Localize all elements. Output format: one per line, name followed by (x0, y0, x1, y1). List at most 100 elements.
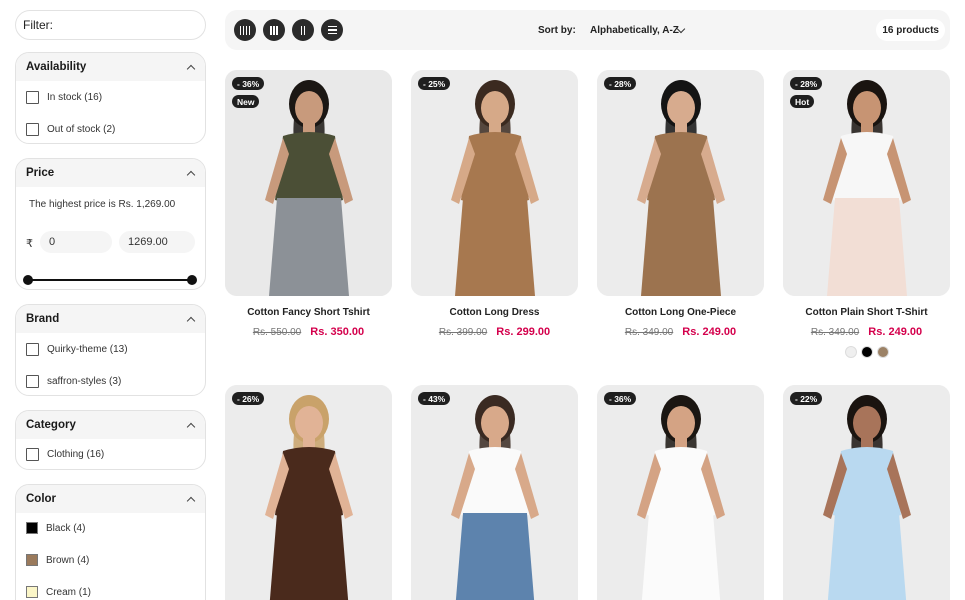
color-swatch[interactable] (26, 522, 38, 534)
brand-header[interactable]: Brand (16, 305, 205, 333)
category-panel: Category Clothing (16) (15, 410, 206, 470)
product-badge: - 36% (232, 77, 265, 90)
model-photo (783, 385, 950, 600)
product-title[interactable]: Cotton Long One-Piece (597, 307, 764, 318)
availability-title: Availability (26, 61, 87, 73)
compare-price: Rs. 349.00 (624, 327, 674, 338)
chevron-up-icon[interactable] (186, 420, 196, 430)
checkbox[interactable] (26, 91, 39, 104)
model-photo (225, 385, 392, 600)
chevron-up-icon[interactable] (186, 494, 196, 504)
product-badge: - 28% (604, 77, 637, 90)
product-image[interactable]: - 22% (783, 385, 950, 600)
product-price: Rs. 349.00 Rs. 249.00 (783, 326, 950, 338)
product-card[interactable]: - 26% (225, 385, 392, 600)
chevron-up-icon[interactable] (186, 168, 196, 178)
product-title[interactable]: Cotton Long Dress (411, 307, 578, 318)
color-swatch[interactable] (876, 346, 889, 358)
color-cream[interactable]: Cream (1) (26, 586, 91, 598)
sort-label: Sort by: (538, 25, 576, 36)
price-panel: Price The highest price is Rs. 1,269.00 … (15, 158, 206, 290)
color-swatch[interactable] (860, 346, 873, 358)
price-slider-max-handle[interactable] (187, 275, 197, 285)
product-image[interactable]: - 36% New (225, 70, 392, 296)
product-image[interactable]: - 28% (597, 70, 764, 296)
chevron-up-icon[interactable] (186, 314, 196, 324)
product-badge: Hot (790, 95, 815, 108)
checkbox[interactable] (26, 375, 39, 388)
model-photo (411, 70, 578, 296)
product-card[interactable]: - 22% (783, 385, 950, 600)
price-title: Price (26, 167, 55, 179)
product-card[interactable]: - 43% (411, 385, 578, 600)
color-swatch[interactable] (26, 586, 38, 598)
checkbox[interactable] (26, 343, 39, 356)
highest-price-note: The highest price is Rs. 1,269.00 (29, 199, 176, 210)
checkbox[interactable] (26, 123, 39, 136)
option-label: Brown (4) (46, 554, 90, 566)
availability-out-of-stock[interactable]: Out of stock (2) (26, 123, 115, 136)
category-title: Category (26, 419, 76, 431)
filter-label: Filter: (15, 10, 206, 40)
availability-panel: Availability In stock (16) Out of stock … (15, 52, 206, 144)
chevron-up-icon[interactable] (186, 62, 196, 72)
option-label: In stock (16) (47, 92, 103, 103)
product-image[interactable]: - 25% (411, 70, 578, 296)
product-image[interactable]: - 28% Hot (783, 70, 950, 296)
option-label: Clothing (16) (47, 449, 105, 460)
grid-2-icon[interactable] (292, 19, 314, 41)
category-clothing[interactable]: Clothing (16) (26, 448, 104, 461)
price-slider-track[interactable] (28, 279, 194, 281)
sort-select[interactable]: Alphabetically, A-Z (590, 25, 679, 36)
product-image[interactable]: - 43% (411, 385, 578, 600)
product-badge: - 22% (790, 392, 823, 405)
grid-4-icon[interactable] (234, 19, 256, 41)
product-title[interactable]: Cotton Plain Short T-Shirt (783, 307, 950, 318)
product-title[interactable]: Cotton Fancy Short Tshirt (225, 307, 392, 318)
brand-saffron-styles[interactable]: saffron-styles (3) (26, 375, 121, 388)
model-photo (597, 70, 764, 296)
color-title: Color (26, 493, 57, 505)
list-icon[interactable] (321, 19, 343, 41)
product-card[interactable]: - 28% Hot Cotton Plain Short T-Shirt Rs. … (783, 70, 950, 358)
sale-price: Rs. 249.00 (682, 326, 737, 338)
color-swatch[interactable] (844, 346, 857, 358)
color-header[interactable]: Color (16, 485, 205, 513)
collection-toolbar: Sort by: Alphabetically, A-Z 16 products (225, 10, 950, 50)
product-badge: - 25% (418, 77, 451, 90)
price-slider-min-handle[interactable] (23, 275, 33, 285)
checkbox[interactable] (26, 448, 39, 461)
color-brown[interactable]: Brown (4) (26, 554, 89, 566)
product-price: Rs. 399.00 Rs. 299.00 (411, 326, 578, 338)
product-card[interactable]: - 36% (597, 385, 764, 600)
product-image[interactable]: - 26% (225, 385, 392, 600)
product-card[interactable]: - 25% Cotton Long Dress Rs. 399.00 Rs. 2… (411, 70, 578, 338)
option-label: saffron-styles (3) (47, 376, 122, 387)
grid-3-icon[interactable] (263, 19, 285, 41)
compare-price: Rs. 349.00 (810, 327, 860, 338)
product-card[interactable]: - 36% New Cotton Fancy Short Tshirt Rs. 5… (225, 70, 392, 338)
brand-quirky-theme[interactable]: Quirky-theme (13) (26, 343, 128, 356)
product-card[interactable]: - 28% Cotton Long One-Piece Rs. 349.00 R… (597, 70, 764, 338)
model-photo (411, 385, 578, 600)
product-badge: New (232, 95, 260, 108)
category-header[interactable]: Category (16, 411, 205, 439)
sale-price: Rs. 249.00 (868, 326, 923, 338)
product-image[interactable]: - 36% (597, 385, 764, 600)
color-panel: Color Black (4) Brown (4) Cream (1) (15, 484, 206, 600)
price-max-input[interactable] (119, 231, 195, 253)
sale-price: Rs. 350.00 (310, 326, 365, 338)
availability-header[interactable]: Availability (16, 53, 205, 81)
availability-in-stock[interactable]: In stock (16) (26, 91, 102, 104)
color-swatches (783, 346, 950, 358)
option-label: Black (4) (46, 522, 86, 534)
model-photo (597, 385, 764, 600)
price-header[interactable]: Price (16, 159, 205, 187)
compare-price: Rs. 399.00 (438, 327, 488, 338)
product-price: Rs. 349.00 Rs. 249.00 (597, 326, 764, 338)
option-label: Quirky-theme (13) (47, 344, 128, 355)
brand-title: Brand (26, 313, 60, 325)
price-min-input[interactable] (40, 231, 112, 253)
color-black[interactable]: Black (4) (26, 522, 85, 534)
color-swatch[interactable] (26, 554, 38, 566)
